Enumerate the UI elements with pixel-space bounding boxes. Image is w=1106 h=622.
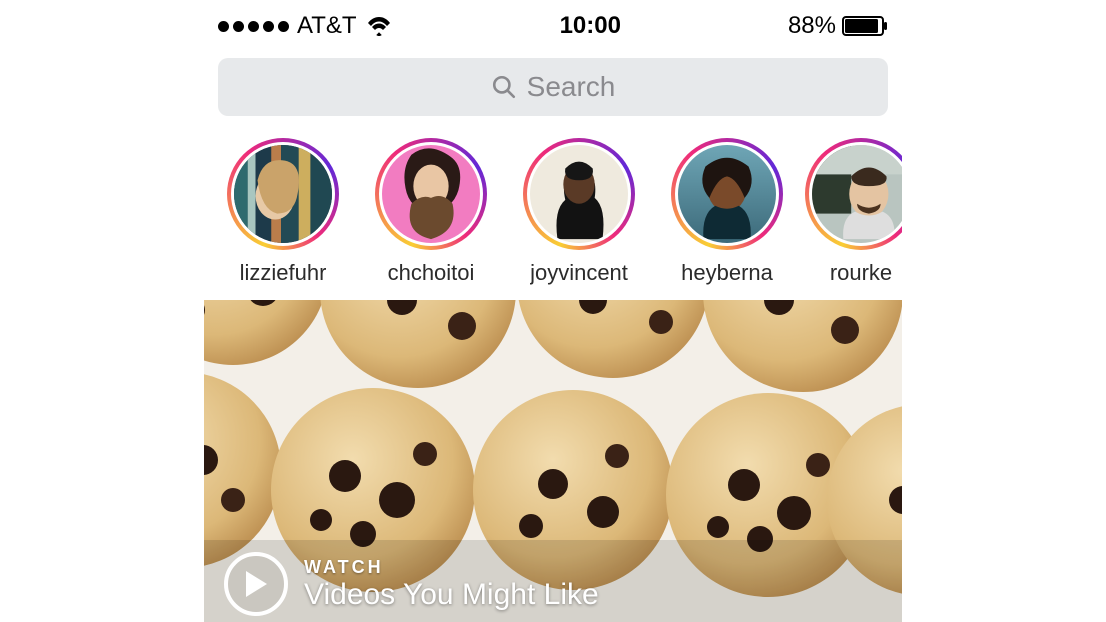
stories-row[interactable]: lizziefuhr ch [204, 126, 902, 300]
avatar [382, 145, 480, 243]
video-kicker: WATCH [304, 557, 599, 578]
battery-percent: 88% [788, 12, 836, 40]
video-card[interactable]: WATCH Videos You Might Like [204, 300, 902, 622]
video-title: Videos You Might Like [304, 578, 599, 612]
story-ring [805, 138, 902, 250]
story-name: chchoitoi [388, 260, 475, 286]
story-joyvincent[interactable]: joyvincent [520, 138, 638, 286]
story-ring [523, 138, 635, 250]
status-bar: AT&T 10:00 88% [204, 0, 902, 52]
video-overlay: WATCH Videos You Might Like [224, 552, 599, 616]
search-placeholder: Search [527, 71, 616, 103]
search-wrap: Search [204, 52, 902, 126]
play-icon[interactable] [224, 552, 288, 616]
avatar [678, 145, 776, 243]
story-ring [375, 138, 487, 250]
story-name: heyberna [681, 260, 773, 286]
story-ring [671, 138, 783, 250]
carrier-label: AT&T [297, 12, 357, 40]
phone-screen: AT&T 10:00 88% [204, 0, 902, 622]
story-rourke[interactable]: rourke [816, 138, 902, 286]
avatar [530, 145, 628, 243]
signal-strength-icon [218, 21, 289, 32]
avatar [812, 145, 902, 243]
story-heyberna[interactable]: heyberna [668, 138, 786, 286]
avatar [234, 145, 332, 243]
status-right: 88% [788, 12, 888, 40]
story-name: rourke [830, 260, 892, 286]
wifi-icon [365, 15, 393, 37]
status-left: AT&T [218, 12, 393, 40]
battery-icon [842, 16, 888, 36]
clock: 10:00 [560, 12, 621, 40]
story-name: joyvincent [530, 260, 628, 286]
search-input[interactable]: Search [218, 58, 888, 116]
story-ring [227, 138, 339, 250]
search-icon [491, 74, 517, 100]
story-chchoitoi[interactable]: chchoitoi [372, 138, 490, 286]
story-name: lizziefuhr [240, 260, 327, 286]
story-lizziefuhr[interactable]: lizziefuhr [224, 138, 342, 286]
